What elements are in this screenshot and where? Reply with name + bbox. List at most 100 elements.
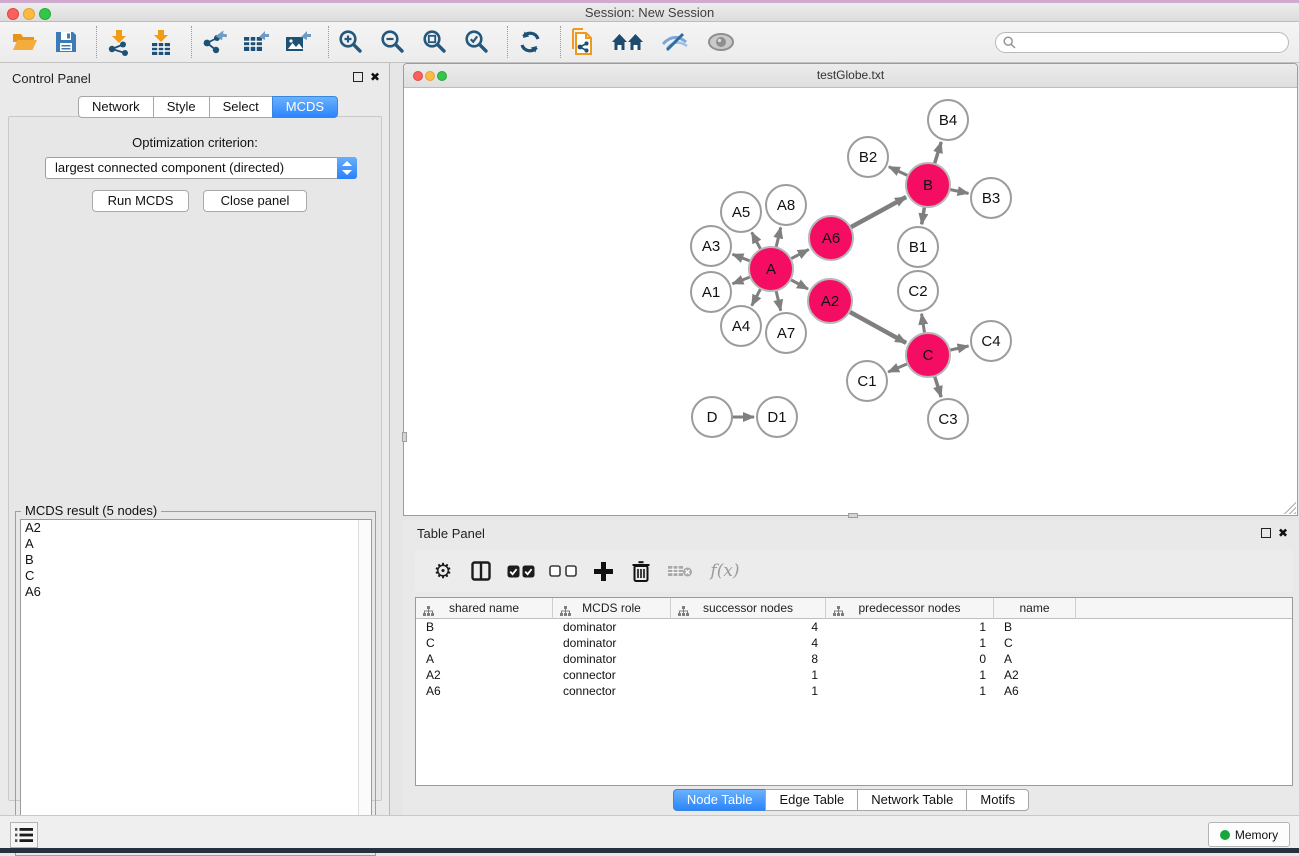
- tab-network[interactable]: Network: [78, 96, 154, 118]
- graph-node-C1[interactable]: C1: [847, 361, 887, 401]
- table-cell[interactable]: 1: [826, 683, 994, 699]
- zoom-selected-button[interactable]: [463, 26, 491, 58]
- table-cell[interactable]: A6: [994, 683, 1076, 699]
- show-eye-button[interactable]: [705, 26, 737, 58]
- graph-node-C3[interactable]: C3: [928, 399, 968, 439]
- mcds-result-item[interactable]: C: [21, 568, 371, 584]
- table-cell[interactable]: 1: [671, 683, 826, 699]
- graph-node-C2[interactable]: C2: [898, 271, 938, 311]
- add-column-button[interactable]: [589, 556, 617, 586]
- network-canvas[interactable]: B4B2BB3A8A5A6B1A3AC2A1A2A4A7C4CC1C3DD1: [404, 88, 1297, 515]
- column-header-mcds-role[interactable]: MCDS role: [553, 598, 671, 619]
- graph-node-A[interactable]: A: [749, 247, 793, 291]
- table-float-icon[interactable]: [1261, 528, 1271, 538]
- delete-table-button[interactable]: [665, 556, 695, 586]
- table-cell[interactable]: B: [416, 619, 553, 635]
- column-header-shared-name[interactable]: shared name: [416, 598, 553, 619]
- memory-button[interactable]: Memory: [1208, 822, 1290, 847]
- frame-resize-grip[interactable]: [1284, 502, 1296, 514]
- graph-node-A8[interactable]: A8: [766, 185, 806, 225]
- select-all-rows-button[interactable]: [505, 556, 537, 586]
- table-cell[interactable]: dominator: [553, 635, 671, 651]
- table-cell[interactable]: 1: [671, 667, 826, 683]
- mcds-result-item[interactable]: B: [21, 552, 371, 568]
- save-session-button[interactable]: [52, 26, 80, 58]
- close-panel-icon[interactable]: ✖: [370, 70, 380, 84]
- table-cell[interactable]: C: [994, 635, 1076, 651]
- zoom-fit-button[interactable]: [421, 26, 449, 58]
- table-cell[interactable]: dominator: [553, 651, 671, 667]
- table-cell[interactable]: A: [416, 651, 553, 667]
- graph-node-C[interactable]: C: [906, 333, 950, 377]
- mcds-result-item[interactable]: A2: [21, 520, 371, 536]
- table-cell[interactable]: connector: [553, 683, 671, 699]
- tab-style[interactable]: Style: [153, 96, 210, 118]
- frame-resize-mark-left[interactable]: [402, 432, 407, 442]
- graph-node-B2[interactable]: B2: [848, 137, 888, 177]
- graph-node-D[interactable]: D: [692, 397, 732, 437]
- graph-node-A1[interactable]: A1: [691, 272, 731, 312]
- tab-node-table[interactable]: Node Table: [673, 789, 767, 811]
- table-cell[interactable]: 1: [826, 619, 994, 635]
- table-row[interactable]: A6connector11A6: [416, 683, 1292, 699]
- search-field[interactable]: [995, 32, 1289, 53]
- column-header-successor-nodes[interactable]: successor nodes: [671, 598, 826, 619]
- table-row[interactable]: Cdominator41C: [416, 635, 1292, 651]
- function-builder-button[interactable]: f(x): [705, 556, 745, 586]
- graph-node-B[interactable]: B: [906, 163, 950, 207]
- table-settings-button[interactable]: ⚙: [429, 556, 457, 586]
- tab-motifs[interactable]: Motifs: [966, 789, 1029, 811]
- table-cell[interactable]: 4: [671, 619, 826, 635]
- table-cell[interactable]: 1: [826, 667, 994, 683]
- table-cell[interactable]: A2: [416, 667, 553, 683]
- search-input[interactable]: [1020, 34, 1288, 51]
- table-row[interactable]: Adominator80A: [416, 651, 1292, 667]
- graph-node-B1[interactable]: B1: [898, 227, 938, 267]
- mcds-result-item[interactable]: A: [21, 536, 371, 552]
- delete-column-button[interactable]: [627, 556, 655, 586]
- graph-node-A2[interactable]: A2: [808, 279, 852, 323]
- graph-node-A7[interactable]: A7: [766, 313, 806, 353]
- refresh-button[interactable]: [516, 26, 544, 58]
- hide-selected-button[interactable]: [659, 26, 691, 58]
- graph-node-A6[interactable]: A6: [809, 216, 853, 260]
- tab-select[interactable]: Select: [209, 96, 273, 118]
- graph-node-D1[interactable]: D1: [757, 397, 797, 437]
- open-session-button[interactable]: [10, 26, 38, 58]
- close-panel-button[interactable]: Close panel: [203, 190, 307, 212]
- home-button[interactable]: [611, 26, 645, 58]
- show-panels-button[interactable]: [10, 822, 38, 848]
- tab-edge-table[interactable]: Edge Table: [765, 789, 858, 811]
- table-cell[interactable]: 1: [826, 635, 994, 651]
- tab-mcds[interactable]: MCDS: [272, 96, 338, 118]
- tab-network-table[interactable]: Network Table: [857, 789, 967, 811]
- network-window-titlebar[interactable]: testGlobe.txt: [404, 64, 1297, 88]
- table-cell[interactable]: B: [994, 619, 1076, 635]
- table-cell[interactable]: connector: [553, 667, 671, 683]
- table-cell[interactable]: 8: [671, 651, 826, 667]
- export-table-button[interactable]: [242, 26, 270, 58]
- table-row[interactable]: A2connector11A2: [416, 667, 1292, 683]
- zoom-out-button[interactable]: [379, 26, 407, 58]
- frame-resize-mark-bottom[interactable]: [848, 513, 858, 518]
- graph-node-A3[interactable]: A3: [691, 226, 731, 266]
- show-columns-button[interactable]: [467, 556, 495, 586]
- graph-node-A5[interactable]: A5: [721, 192, 761, 232]
- graph-node-A4[interactable]: A4: [721, 306, 761, 346]
- column-header-name[interactable]: name: [994, 598, 1076, 619]
- table-cell[interactable]: 0: [826, 651, 994, 667]
- deselect-all-rows-button[interactable]: [547, 556, 579, 586]
- table-cell[interactable]: C: [416, 635, 553, 651]
- export-network-button[interactable]: [200, 26, 228, 58]
- graph-node-B4[interactable]: B4: [928, 100, 968, 140]
- run-mcds-button[interactable]: Run MCDS: [92, 190, 189, 212]
- zoom-in-button[interactable]: [337, 26, 365, 58]
- mcds-result-list[interactable]: A2ABCA6: [20, 519, 372, 850]
- table-cell[interactable]: A: [994, 651, 1076, 667]
- mcds-result-item[interactable]: A6: [21, 584, 371, 600]
- column-header-predecessor-nodes[interactable]: predecessor nodes: [826, 598, 994, 619]
- new-network-from-selection-button[interactable]: [569, 26, 597, 58]
- table-cell[interactable]: A2: [994, 667, 1076, 683]
- import-table-button[interactable]: [147, 26, 175, 58]
- network-graph[interactable]: B4B2BB3A8A5A6B1A3AC2A1A2A4A7C4CC1C3DD1: [404, 88, 1297, 515]
